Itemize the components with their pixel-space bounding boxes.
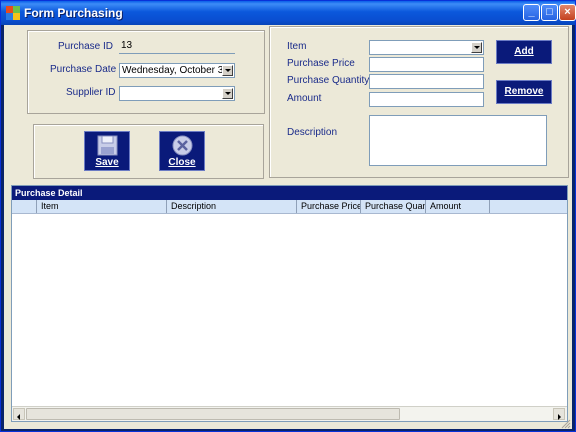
maximize-icon: □ [546, 6, 553, 18]
description-label: Description [287, 127, 338, 138]
close-icon: × [564, 6, 571, 18]
remove-button[interactable]: Remove [496, 80, 552, 104]
purchase-detail-grid[interactable]: Purchase Detail Item Description Purchas… [11, 185, 568, 422]
column-header-item[interactable]: Item [37, 200, 167, 213]
add-button[interactable]: Add [496, 40, 552, 64]
scroll-left-button[interactable] [13, 408, 25, 420]
save-label: Save [95, 157, 119, 168]
save-button[interactable]: Save [84, 131, 130, 171]
app-icon [6, 6, 20, 20]
column-header-amount[interactable]: Amount [426, 200, 490, 213]
purchase-date-value: Wednesday, October 31, [122, 65, 232, 76]
amount-label: Amount [287, 93, 322, 104]
column-header-purchase-price[interactable]: Purchase Price [297, 200, 361, 213]
purchase-date-picker[interactable]: Wednesday, October 31, [119, 63, 235, 78]
remove-label: Remove [504, 86, 544, 97]
purchase-date-label: Purchase Date [50, 64, 117, 75]
actions-panel: Save Close [33, 124, 264, 179]
purchase-id-field[interactable]: 13 [119, 39, 235, 54]
scrollbar-thumb[interactable] [26, 408, 400, 420]
purchase-price-label: Purchase Price [287, 58, 355, 69]
purchase-quantity-input[interactable] [369, 74, 484, 89]
form-client-area: Purchase ID 13 Purchase Date Wednesday, … [4, 25, 572, 429]
close-circle-icon [172, 135, 193, 156]
floppy-disk-icon [97, 135, 118, 156]
item-select[interactable] [369, 40, 484, 55]
minimize-icon: _ [528, 6, 535, 18]
item-label: Item [287, 41, 307, 52]
title-bar[interactable]: Form Purchasing _ □ × [1, 1, 576, 25]
minimize-button[interactable]: _ [523, 4, 540, 21]
chevron-down-icon[interactable] [222, 65, 233, 76]
purchase-id-label: Purchase ID [58, 41, 114, 52]
chevron-down-icon[interactable] [222, 88, 233, 99]
close-button[interactable]: Close [159, 131, 205, 171]
item-panel: Item Purchase Price Purchase Quantity Am… [269, 26, 569, 178]
row-selector-header [12, 200, 37, 213]
close-label: Close [168, 157, 196, 168]
add-label: Add [514, 46, 534, 57]
column-header-row: Item Description Purchase Price Purchase… [12, 200, 567, 214]
purchase-detail-title: Purchase Detail [12, 186, 567, 200]
description-textarea[interactable] [369, 115, 547, 166]
purchase-quantity-label: Purchase Quantity [287, 75, 370, 86]
resize-grip-icon[interactable] [559, 417, 571, 429]
column-header-purchase-quantity[interactable]: Purchase Quant [361, 200, 426, 213]
amount-field[interactable] [369, 92, 484, 107]
close-window-button[interactable]: × [559, 4, 576, 21]
horizontal-scrollbar[interactable] [12, 406, 567, 421]
purchase-info-panel: Purchase ID 13 Purchase Date Wednesday, … [27, 30, 265, 114]
maximize-button[interactable]: □ [541, 4, 558, 21]
window: Form Purchasing _ □ × Purchase ID 13 Pur… [0, 0, 576, 432]
column-header-description[interactable]: Description [167, 200, 297, 213]
chevron-down-icon[interactable] [471, 42, 482, 53]
purchase-price-input[interactable] [369, 57, 484, 72]
supplier-id-select[interactable] [119, 86, 235, 101]
arrow-left-icon [17, 414, 20, 420]
window-title: Form Purchasing [24, 6, 123, 20]
supplier-id-label: Supplier ID [66, 87, 116, 98]
